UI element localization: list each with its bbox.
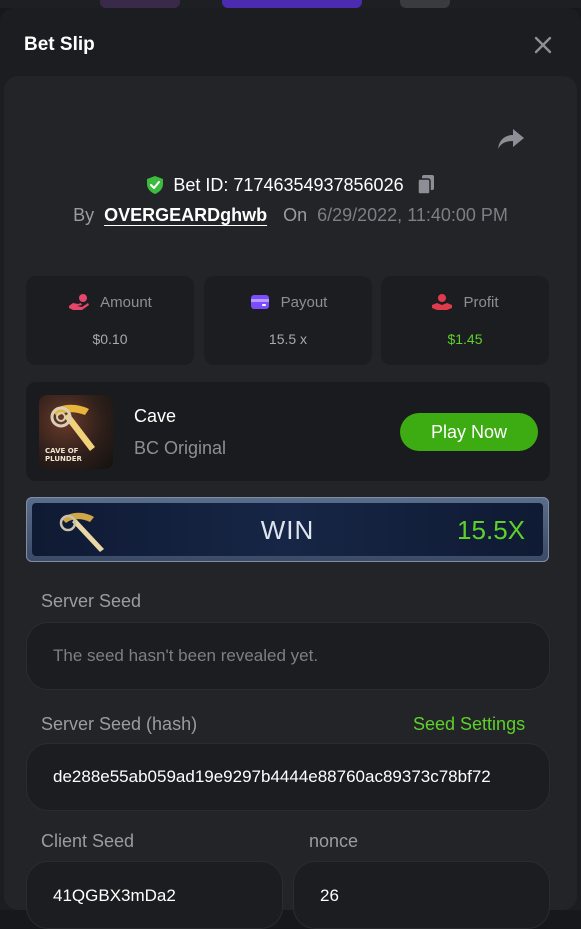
server-seed-label: Server Seed xyxy=(41,591,142,611)
copy-icon[interactable] xyxy=(416,174,436,196)
client-seed-value: 41QGBX3mDa2 xyxy=(53,886,176,905)
hand-money-icon xyxy=(69,294,90,310)
game-provider: BC Original xyxy=(134,438,227,458)
bet-date: 6/29/2022, 11:40:00 PM xyxy=(317,205,508,225)
win-result-banner: WIN 15.5X xyxy=(26,497,549,562)
server-seed-hash-label: Server Seed (hash) xyxy=(41,714,198,734)
username-link[interactable]: OVERGEARDghwb xyxy=(104,205,267,226)
payout-stat: Payout 15.5 x xyxy=(204,276,372,365)
bet-author-row: By OVERGEARDghwb On 6/29/2022, 11:40:00 … xyxy=(0,205,581,226)
game-name: Cave xyxy=(134,406,177,426)
thumb-text-line-1: CAVE OF xyxy=(45,447,79,455)
modal-title: Bet Slip xyxy=(24,34,95,55)
thumb-text-line-2: PLUNDER xyxy=(45,455,82,463)
background-header-strip xyxy=(0,0,581,8)
play-now-button[interactable]: Play Now xyxy=(400,413,538,451)
nonce-field[interactable]: 26 xyxy=(293,861,550,929)
profit-hand-icon xyxy=(432,294,453,310)
amount-stat: Amount $0.10 xyxy=(26,276,194,365)
game-thumbnail[interactable]: CAVE OF PLUNDER xyxy=(39,395,113,469)
verified-shield-icon xyxy=(147,176,164,194)
seed-settings-link[interactable]: Seed Settings xyxy=(413,714,525,735)
on-label: On xyxy=(283,205,308,225)
nonce-value: 26 xyxy=(320,886,339,905)
payout-value: 15.5 x xyxy=(268,331,308,347)
server-seed-hash-field[interactable]: de288e55ab059ad19e9297b4444e88760ac89373… xyxy=(26,743,550,811)
client-seed-field[interactable]: 41QGBX3mDa2 xyxy=(26,861,283,929)
bet-id-row: Bet ID: 71746354937856026 xyxy=(0,174,581,196)
bet-id: Bet ID: 71746354937856026 xyxy=(173,174,404,195)
amount-label: Amount xyxy=(100,293,152,311)
by-label: By xyxy=(73,205,95,225)
game-card: CAVE OF PLUNDER Cave BC Original Play No… xyxy=(26,382,550,481)
result-multiplier: 15.5X xyxy=(457,515,525,545)
profit-value: $1.45 xyxy=(447,331,483,347)
share-icon[interactable] xyxy=(494,126,526,152)
server-seed-field[interactable]: The seed hasn't been revealed yet. xyxy=(26,622,550,690)
profit-label: Profit xyxy=(463,293,499,311)
server-seed-hash-value: de288e55ab059ad19e9297b4444e88760ac89373… xyxy=(53,767,491,786)
nonce-label: nonce xyxy=(309,831,359,851)
payout-label: Payout xyxy=(280,293,328,311)
profit-stat: Profit $1.45 xyxy=(381,276,549,365)
client-seed-label: Client Seed xyxy=(41,831,135,851)
wallet-icon xyxy=(250,295,269,309)
close-icon[interactable] xyxy=(530,32,556,58)
game-thumbnail-text: CAVE OF PLUNDER xyxy=(45,447,82,463)
amount-value: $0.10 xyxy=(92,331,128,347)
server-seed-value: The seed hasn't been revealed yet. xyxy=(53,646,319,665)
